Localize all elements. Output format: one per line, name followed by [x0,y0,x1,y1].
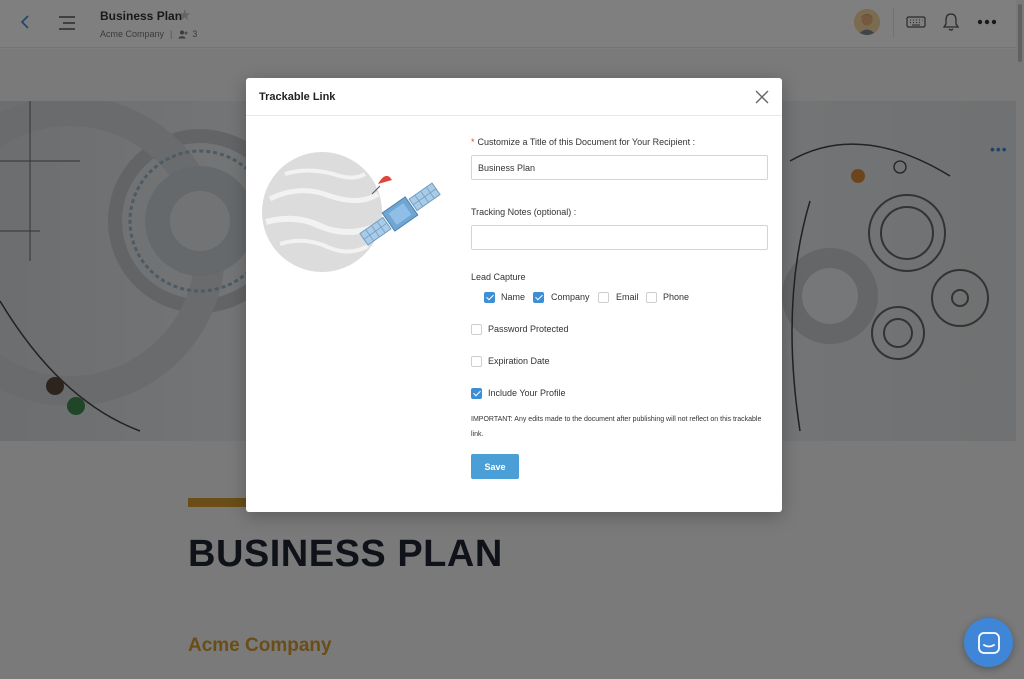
expiration-date-checkbox[interactable] [471,356,482,367]
lead-capture-phone-label[interactable]: Phone [663,292,689,302]
satellite-planet-illustration [262,152,441,272]
chat-icon [977,631,1000,654]
password-protected-label[interactable]: Password Protected [488,324,569,334]
tracking-notes-label: Tracking Notes (optional) : [471,207,577,217]
close-icon [755,90,769,104]
lead-capture-email-checkbox[interactable] [598,292,609,303]
lead-capture-company-checkbox[interactable] [533,292,544,303]
chat-launcher-button[interactable] [964,618,1013,667]
lead-capture-label: Lead Capture [471,272,526,282]
tracking-notes-input[interactable] [471,225,768,250]
save-button[interactable]: Save [471,454,519,479]
modal-header: Trackable Link [246,78,782,116]
lead-capture-name-label[interactable]: Name [501,292,525,302]
modal-title: Trackable Link [259,91,336,103]
include-profile-label[interactable]: Include Your Profile [488,388,566,398]
close-button[interactable] [754,89,770,105]
important-note: IMPORTANT: Any edits made to the documen… [471,416,762,438]
trackable-link-modal: Trackable Link * Customize a Title of thi… [246,78,782,512]
expiration-date-label[interactable]: Expiration Date [488,356,550,366]
lead-capture-email-label[interactable]: Email [616,292,639,302]
password-protected-checkbox[interactable] [471,324,482,335]
include-profile-checkbox[interactable] [471,388,482,399]
lead-capture-name-checkbox[interactable] [484,292,495,303]
title-field-label-text: Customize a Title of this Document for Y… [477,137,696,147]
recipient-title-input[interactable] [471,155,768,180]
lead-capture-phone-checkbox[interactable] [646,292,657,303]
required-marker: * [471,137,475,147]
lead-capture-company-label[interactable]: Company [551,292,590,302]
title-field-label: * Customize a Title of this Document for … [471,137,695,147]
